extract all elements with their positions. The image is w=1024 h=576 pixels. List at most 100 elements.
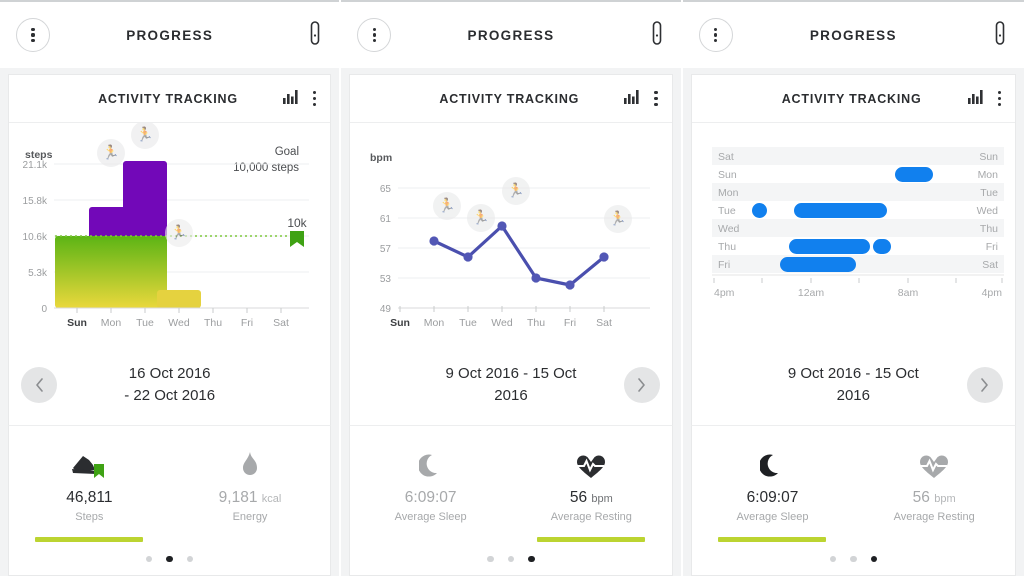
page-dot-active[interactable] [870, 555, 878, 562]
date-range-line1: 9 Oct 2016 - 15 Oct [445, 364, 577, 382]
svg-text:65: 65 [380, 184, 392, 195]
screen-sleep: PROGRESS ACTIVITY TRACKING Sat Sun Mon T… [682, 0, 1024, 576]
svg-text:Sun: Sun [718, 169, 737, 181]
fitness-band-icon[interactable] [307, 20, 323, 51]
svg-text:Fri: Fri [564, 317, 576, 329]
bar-chart-icon[interactable] [967, 89, 984, 109]
card-header: ACTIVITY TRACKING [9, 75, 331, 123]
active-underline [35, 537, 144, 542]
summary-stats: 6:09:07 Average Sleep 56 bpm Average Res… [349, 425, 673, 576]
stat-energy[interactable]: 9,181 kcal Energy [170, 446, 331, 523]
svg-text:5.3k: 5.3k [28, 268, 48, 279]
date-navigation: 9 Oct 2016 - 15 Oct 2016 [349, 345, 673, 425]
svg-text:10k: 10k [287, 216, 307, 230]
summary-stats: 6:09:07 Average Sleep 56 bpm Average Res… [690, 425, 1016, 576]
card-overflow-menu-icon[interactable] [654, 90, 658, 107]
svg-text:Goal: Goal [275, 146, 299, 158]
svg-text:Wed: Wed [976, 205, 998, 217]
inactive-underline [377, 537, 485, 542]
card-overflow-menu-icon[interactable] [997, 90, 1001, 107]
bar-chart-icon[interactable] [624, 89, 640, 109]
page-dot[interactable] [186, 555, 194, 562]
card-header: ACTIVITY TRACKING [691, 75, 1015, 123]
bar-chart-icon[interactable] [282, 89, 299, 109]
svg-text:Sat: Sat [596, 317, 612, 329]
svg-text:Thu: Thu [980, 223, 998, 235]
app-bar: PROGRESS [682, 0, 1024, 68]
stat-resting-hr[interactable]: 56 bpm Average Resting [853, 446, 1015, 523]
kebab-menu-icon[interactable] [357, 18, 392, 52]
fitness-band-icon[interactable] [649, 20, 665, 51]
inactive-underline [196, 537, 304, 542]
active-underline [718, 537, 827, 542]
svg-text:Tue: Tue [718, 205, 736, 217]
svg-text:Tue: Tue [980, 187, 998, 199]
next-week-button[interactable] [623, 367, 660, 403]
svg-text:15.8k: 15.8k [23, 196, 48, 207]
stat-sleep[interactable]: 6:09:07 Average Sleep [350, 446, 511, 523]
prev-week-button[interactable] [21, 367, 57, 403]
svg-text:8am: 8am [897, 287, 918, 299]
stat-steps[interactable]: 46,811 Steps [9, 446, 170, 523]
svg-text:10.6k: 10.6k [23, 232, 48, 243]
card-overflow-menu-icon[interactable] [312, 90, 317, 107]
svg-text:🏃: 🏃 [508, 182, 525, 198]
svg-text:Wed: Wed [492, 317, 514, 329]
sleep-chart: Sat Sun Mon Tue Wed Thu Fri Sun Mon Tue … [691, 123, 1015, 345]
svg-text:🏃: 🏃 [170, 224, 187, 240]
stat-label: Energy [232, 511, 268, 523]
page-dot[interactable] [829, 555, 837, 562]
svg-text:Mon: Mon [101, 317, 122, 329]
heart-rate-chart: bpm 49 53 57 61 65 Sun Mon Tue Wed Thu F… [350, 123, 672, 345]
svg-text:Wed: Wed [718, 223, 740, 235]
svg-text:Thu: Thu [204, 317, 222, 329]
kebab-menu-icon[interactable] [16, 18, 50, 52]
fitness-band-icon[interactable] [992, 20, 1008, 51]
page-title: PROGRESS [809, 27, 897, 43]
activity-tracking-card: ACTIVITY TRACKING [8, 74, 332, 345]
date-navigation: 9 Oct 2016 - 15 Oct 2016 [690, 345, 1016, 425]
shoe-icon [9, 446, 170, 480]
page-dot[interactable] [145, 555, 153, 562]
date-range-line1: 9 Oct 2016 - 15 Oct [787, 364, 919, 382]
svg-text:bpm: bpm [370, 152, 392, 164]
inactive-underline [880, 537, 988, 542]
stat-value: 6:09:07 [746, 489, 799, 506]
page-indicator [692, 555, 1015, 562]
svg-text:49: 49 [380, 304, 392, 315]
stat-number: 56 [569, 489, 588, 506]
stat-label: Average Resting [550, 511, 632, 523]
page-dot-active[interactable] [166, 555, 173, 562]
kebab-menu-icon[interactable] [698, 18, 733, 52]
svg-text:Wed: Wed [168, 317, 190, 329]
page-dot[interactable] [487, 555, 494, 562]
page-dot[interactable] [507, 555, 515, 562]
heart-pulse-icon [511, 446, 672, 480]
next-week-button[interactable] [966, 367, 1003, 403]
svg-text:4pm: 4pm [714, 287, 735, 299]
page-dot-active[interactable] [528, 555, 535, 562]
svg-text:4pm: 4pm [981, 287, 1002, 299]
stat-resting-hr[interactable]: 56 bpm Average Resting [511, 446, 672, 523]
app-bar: PROGRESS [341, 0, 681, 68]
steps-chart: steps Goal 10,000 steps 0 5.3k 10.6k 15.… [9, 123, 331, 345]
stat-unit: bpm [591, 493, 613, 505]
activity-tracking-card: ACTIVITY TRACKING bpm 49 53 57 61 65 Sun… [349, 74, 673, 345]
date-range-line2: 2016 [836, 387, 870, 404]
svg-text:🏃: 🏃 [102, 144, 119, 160]
page-indicator [9, 555, 330, 562]
screen-heart-rate: PROGRESS ACTIVITY TRACKING bpm 49 53 57 … [341, 0, 683, 576]
stat-sleep[interactable]: 6:09:07 Average Sleep [692, 446, 854, 523]
app-bar: PROGRESS [0, 0, 340, 68]
svg-text:21.1k: 21.1k [23, 160, 48, 171]
date-range-line2: 2016 [494, 387, 528, 404]
stat-label: Average Resting [893, 511, 975, 523]
svg-text:Sat: Sat [273, 317, 289, 329]
stat-value: 56 bpm [853, 489, 1015, 507]
page-dot[interactable] [850, 555, 857, 562]
date-range-label: 16 Oct 2016 - 22 Oct 2016 [65, 363, 274, 408]
svg-text:Sun: Sun [67, 317, 87, 329]
svg-text:Mon: Mon [424, 317, 445, 329]
stat-label: Average Sleep [394, 511, 467, 523]
active-stat-indicator [692, 537, 1015, 542]
